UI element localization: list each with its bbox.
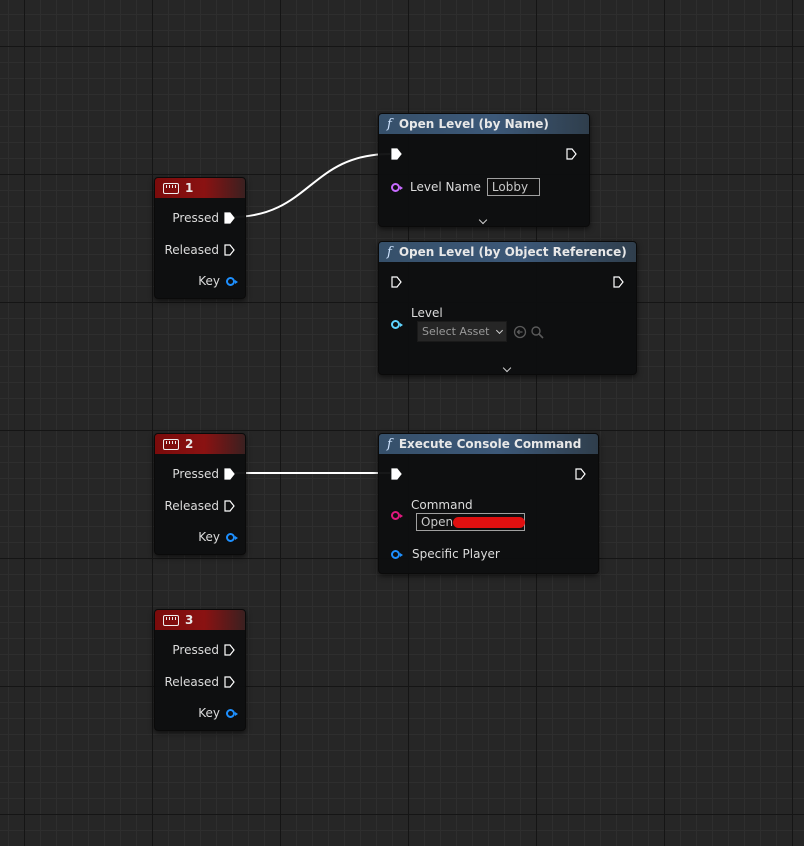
level-name-pin-row[interactable]: Level Name Lobby xyxy=(391,178,540,196)
pin-label: Released xyxy=(164,499,219,513)
pin-label: Level xyxy=(411,306,443,320)
key-node-title: 3 xyxy=(185,613,194,627)
level-object-pin[interactable] xyxy=(391,320,403,329)
command-string-pin[interactable] xyxy=(391,511,403,520)
exec-out-row[interactable] xyxy=(566,148,577,160)
pin-label: Level Name xyxy=(410,180,481,194)
command-input-value: Open xyxy=(421,515,454,529)
pin-label: Specific Player xyxy=(412,547,500,561)
dropdown-label: Select Asset xyxy=(422,325,490,338)
command-input[interactable]: Open xyxy=(416,513,525,531)
key-pin-row[interactable]: Key xyxy=(198,530,238,544)
key-node-1[interactable]: 1 Pressed Released Key xyxy=(154,177,246,299)
pressed-pin-row[interactable]: Pressed xyxy=(172,643,235,657)
function-icon: f xyxy=(387,116,392,132)
exec-in-row[interactable] xyxy=(391,468,402,480)
pin-label: Key xyxy=(198,706,220,720)
key-node-title: 1 xyxy=(185,181,194,195)
function-node-header: f Open Level (by Object Reference) xyxy=(379,242,636,262)
released-pin-row[interactable]: Released xyxy=(164,499,235,513)
pressed-pin-row[interactable]: Pressed xyxy=(172,211,235,225)
level-name-input[interactable]: Lobby xyxy=(486,178,540,196)
exec-in-pin[interactable] xyxy=(391,276,402,288)
exec-in-row[interactable] xyxy=(391,276,402,288)
exec-in-row[interactable] xyxy=(391,148,402,160)
key-node-header: 3 xyxy=(155,610,245,630)
open-level-by-name-node[interactable]: f Open Level (by Name) Level Name Lobby xyxy=(378,113,590,227)
player-object-pin[interactable] xyxy=(391,549,403,559)
function-icon: f xyxy=(387,436,392,452)
level-label-row: Level xyxy=(411,306,443,320)
pin-label: Pressed xyxy=(172,643,219,657)
pin-label: Key xyxy=(198,274,220,288)
redaction-mark xyxy=(453,517,525,528)
key-node-header: 1 xyxy=(155,178,245,198)
name-pin[interactable] xyxy=(391,182,403,192)
use-selected-asset-icon[interactable] xyxy=(513,325,527,339)
pin-label: Released xyxy=(164,243,219,257)
key-struct-pin[interactable] xyxy=(226,276,238,286)
exec-out-row[interactable] xyxy=(613,276,624,288)
exec-out-pin[interactable] xyxy=(224,244,235,256)
pin-label: Pressed xyxy=(172,467,219,481)
node-title: Execute Console Command xyxy=(398,437,582,451)
function-node-header: f Open Level (by Name) xyxy=(379,114,589,134)
pin-label: Key xyxy=(198,530,220,544)
node-title: Open Level (by Name) xyxy=(398,117,549,131)
key-struct-pin[interactable] xyxy=(226,708,238,718)
key-struct-pin[interactable] xyxy=(226,532,238,542)
exec-out-pin-connected[interactable] xyxy=(224,468,235,480)
exec-out-pin[interactable] xyxy=(575,468,586,480)
exec-in-pin-connected[interactable] xyxy=(391,468,402,480)
key-node-title: 2 xyxy=(185,437,194,451)
chevron-down-icon xyxy=(495,326,503,334)
keyboard-icon xyxy=(163,438,179,450)
released-pin-row[interactable]: Released xyxy=(164,675,235,689)
pressed-pin-row[interactable]: Pressed xyxy=(172,467,235,481)
wire-1-to-open-level xyxy=(231,153,391,218)
select-asset-dropdown[interactable]: Select Asset xyxy=(417,321,507,342)
open-level-by-reference-node[interactable]: f Open Level (by Object Reference) Level… xyxy=(378,241,637,375)
exec-out-pin-connected[interactable] xyxy=(224,212,235,224)
command-pin-row[interactable] xyxy=(391,511,403,520)
command-input-row[interactable]: Open xyxy=(416,513,525,531)
key-pin-row[interactable]: Key xyxy=(198,274,238,288)
exec-in-pin-connected[interactable] xyxy=(391,148,402,160)
key-pin-row[interactable]: Key xyxy=(198,706,238,720)
exec-out-pin[interactable] xyxy=(224,644,235,656)
browse-search-icon[interactable] xyxy=(530,325,544,339)
exec-out-pin[interactable] xyxy=(224,676,235,688)
keyboard-icon xyxy=(163,182,179,194)
level-pin-row[interactable] xyxy=(391,320,403,329)
function-icon: f xyxy=(387,244,392,260)
key-node-header: 2 xyxy=(155,434,245,454)
keyboard-icon xyxy=(163,614,179,626)
pin-label: Released xyxy=(164,675,219,689)
key-node-3[interactable]: 3 Pressed Released Key xyxy=(154,609,246,731)
exec-out-row[interactable] xyxy=(575,468,586,480)
pin-label: Command xyxy=(411,498,473,512)
pin-label: Pressed xyxy=(172,211,219,225)
exec-out-pin[interactable] xyxy=(224,500,235,512)
command-label-row: Command xyxy=(411,498,473,512)
expand-chevron-icon[interactable] xyxy=(478,208,488,226)
node-title: Open Level (by Object Reference) xyxy=(398,245,627,259)
exec-out-pin[interactable] xyxy=(566,148,577,160)
blueprint-graph-canvas[interactable]: 1 Pressed Released Key 2 Pressed Release… xyxy=(0,0,804,846)
specific-player-pin-row[interactable]: Specific Player xyxy=(391,547,500,561)
exec-out-pin[interactable] xyxy=(613,276,624,288)
asset-picker-row[interactable]: Select Asset xyxy=(417,321,544,342)
expand-chevron-icon[interactable] xyxy=(502,356,512,374)
released-pin-row[interactable]: Released xyxy=(164,243,235,257)
execute-console-command-node[interactable]: f Execute Console Command Command Open S… xyxy=(378,433,599,574)
key-node-2[interactable]: 2 Pressed Released Key xyxy=(154,433,246,555)
function-node-header: f Execute Console Command xyxy=(379,434,598,454)
